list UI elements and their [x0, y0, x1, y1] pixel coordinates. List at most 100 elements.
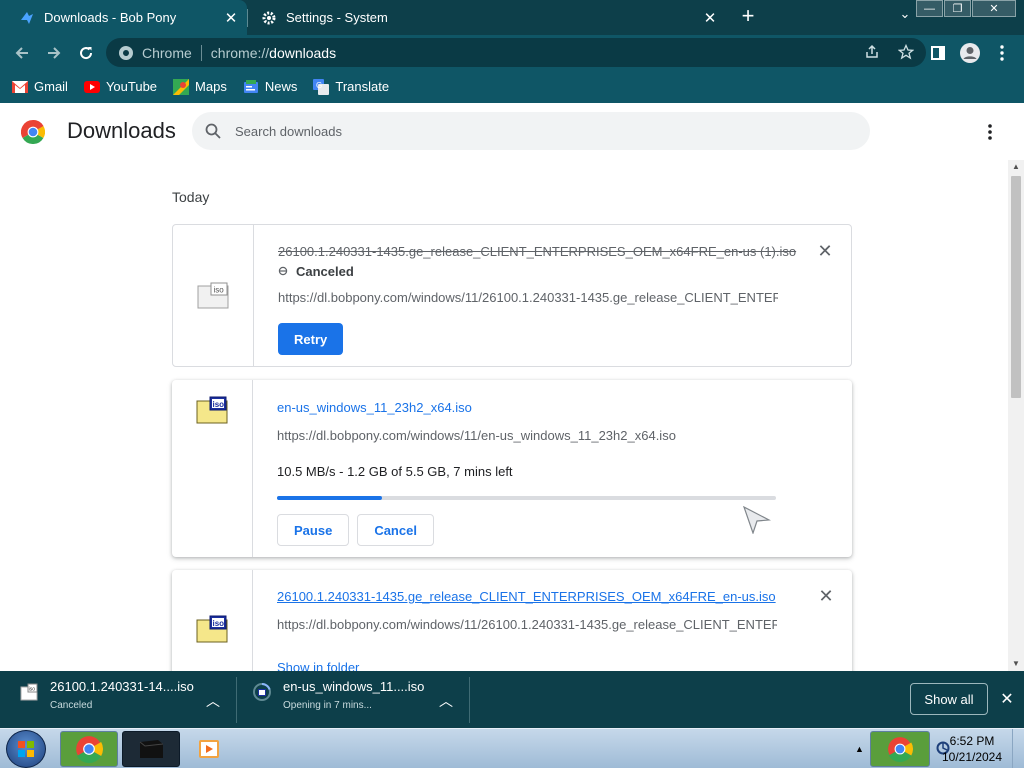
share-icon[interactable]: [864, 44, 880, 63]
forward-arrow-icon[interactable]: [41, 40, 67, 66]
taskbar-terminal-app[interactable]: [122, 731, 180, 767]
download-status: Canceled: [278, 264, 811, 279]
downloads-page: Downloads Today iso 26100.1.240331-1435.…: [0, 103, 1024, 671]
card-body: 26100.1.240331-1435.ge_release_CLIENT_EN…: [278, 225, 811, 355]
bookmark-label: Gmail: [34, 79, 68, 94]
news-icon: [243, 79, 259, 95]
bookmark-label: News: [264, 79, 298, 94]
bookmark-youtube[interactable]: YouTube: [83, 79, 157, 95]
progress-fill: [277, 496, 382, 500]
chevron-up-icon[interactable]: ︿: [206, 691, 220, 711]
maps-icon: [173, 78, 190, 95]
translate-icon: G: [313, 78, 330, 95]
download-card-completed: iso 26100.1.240331-1435.ge_release_CLIEN…: [172, 570, 852, 671]
bookmark-maps[interactable]: Maps: [173, 78, 227, 95]
reload-icon[interactable]: [73, 40, 99, 66]
menu-kebab-icon[interactable]: [989, 40, 1015, 66]
iso-file-icon: iso: [196, 615, 228, 643]
card-icon-column: iso: [172, 380, 253, 557]
side-panel-icon[interactable]: [925, 40, 951, 66]
search-box[interactable]: [192, 112, 870, 150]
divider: [469, 677, 470, 723]
bookmark-gmail[interactable]: Gmail: [12, 79, 68, 95]
bookmark-news[interactable]: News: [243, 79, 298, 95]
taskbar-media-player-app[interactable]: [192, 731, 226, 767]
more-actions-kebab-icon[interactable]: [978, 120, 1002, 144]
downloads-header: Downloads: [0, 103, 1024, 160]
download-shelf: iso 26100.1.240331-14....iso Canceled ︿ …: [0, 671, 1024, 728]
new-tab-button[interactable]: +: [736, 5, 760, 29]
address-bar[interactable]: Chrome chrome://downloads: [106, 38, 926, 67]
svg-text:iso: iso: [213, 400, 225, 409]
url-text: chrome://downloads: [210, 44, 337, 61]
tab-search-chevron-icon[interactable]: ⌄: [893, 6, 917, 28]
bookmark-translate[interactable]: G Translate: [313, 78, 390, 95]
divider: [200, 44, 202, 61]
restore-button[interactable]: ❐: [944, 0, 971, 17]
tray-expand-icon[interactable]: ▲: [855, 744, 864, 754]
back-arrow-icon[interactable]: [9, 40, 35, 66]
show-all-button[interactable]: Show all: [910, 683, 988, 715]
progress-text: 10.5 MB/s - 1.2 GB of 5.5 GB, 7 mins lef…: [277, 464, 513, 479]
remove-close-icon[interactable]: ✕: [815, 241, 835, 261]
scroll-thumb[interactable]: [1011, 176, 1021, 398]
remove-close-icon[interactable]: ✕: [816, 586, 836, 606]
bookmark-star-icon[interactable]: [897, 43, 915, 63]
chip-label: Chrome: [142, 44, 192, 61]
tray-chrome-icon[interactable]: [869, 731, 930, 767]
shelf-item-text: en-us_windows_11....iso Opening in 7 min…: [283, 679, 424, 711]
tab-downloads[interactable]: Downloads - Bob Pony ✕: [0, 0, 247, 35]
close-icon[interactable]: ✕: [221, 8, 241, 28]
close-shelf-icon[interactable]: ✕: [997, 689, 1017, 709]
start-button-windows-icon[interactable]: [6, 730, 46, 768]
download-card-canceled: iso 26100.1.240331-1435.ge_release_CLIEN…: [172, 224, 852, 367]
minimize-button[interactable]: —: [916, 0, 943, 17]
omnibox-actions: [864, 43, 915, 63]
shelf-item-status: Opening in 7 mins...: [283, 700, 372, 711]
close-icon[interactable]: ✕: [700, 8, 720, 28]
shelf-item-name: en-us_windows_11....iso: [283, 679, 425, 694]
page-title: Downloads: [67, 118, 176, 143]
profile-avatar-icon[interactable]: [957, 40, 983, 66]
shelf-item-name: 26100.1.240331-14....iso: [50, 679, 194, 694]
progress-bar: [277, 496, 776, 500]
file-url: https://dl.bobpony.com/windows/11/26100.…: [277, 617, 777, 632]
retry-button[interactable]: Retry: [278, 323, 344, 355]
clock-time: 6:52 PM: [949, 734, 995, 748]
bookmarks-bar: Gmail YouTube Maps News G Translate: [0, 70, 1024, 103]
tab-title: Settings - System: [286, 10, 388, 25]
scroll-up-arrow-icon[interactable]: ▲: [1008, 160, 1024, 174]
chevron-up-icon[interactable]: ︿: [439, 691, 453, 711]
svg-text:G: G: [316, 81, 322, 90]
bookmark-label: Translate: [335, 79, 390, 94]
pause-button[interactable]: Pause: [277, 514, 350, 546]
file-name-link[interactable]: en-us_windows_11_23h2_x64.iso: [277, 400, 812, 415]
show-desktop-button[interactable]: [1012, 729, 1024, 768]
cancel-button[interactable]: Cancel: [357, 514, 434, 546]
gmail-icon: [12, 79, 28, 95]
shelf-item-text: 26100.1.240331-14....iso Canceled: [50, 679, 194, 711]
progress-ring-icon: [253, 683, 271, 701]
chrome-icon: [76, 736, 103, 763]
chrome-chip: Chrome: [118, 45, 192, 61]
svg-text:iso: iso: [214, 286, 225, 295]
window-close-button[interactable]: ✕: [972, 0, 1016, 17]
file-url: https://dl.bobpony.com/windows/11/en-us_…: [277, 428, 676, 443]
tab-settings[interactable]: Settings - System ✕: [248, 0, 726, 35]
search-input[interactable]: [235, 123, 835, 139]
iso-file-icon: iso: [197, 282, 229, 309]
taskbar-clock[interactable]: 6:52 PM 10/21/2024: [936, 733, 1008, 765]
page-scrollbar[interactable]: ▲ ▼: [1008, 160, 1024, 671]
shelf-item-canceled[interactable]: iso 26100.1.240331-14....iso Canceled ︿: [20, 679, 230, 721]
divider: [236, 677, 237, 723]
bookmark-label: Maps: [195, 79, 227, 94]
scroll-down-arrow-icon[interactable]: ▼: [1008, 657, 1024, 671]
shelf-item-in-progress[interactable]: en-us_windows_11....iso Opening in 7 min…: [253, 679, 463, 721]
taskbar-chrome-app[interactable]: [60, 731, 118, 767]
show-in-folder-link[interactable]: Show in folder: [277, 660, 812, 671]
terminal-icon: [139, 740, 164, 758]
mouse-cursor-icon: [743, 506, 771, 534]
file-name-link[interactable]: 26100.1.240331-1435.ge_release_CLIENT_EN…: [277, 589, 812, 604]
card-icon-column: iso: [173, 225, 254, 366]
card-body: 26100.1.240331-1435.ge_release_CLIENT_EN…: [277, 570, 812, 671]
